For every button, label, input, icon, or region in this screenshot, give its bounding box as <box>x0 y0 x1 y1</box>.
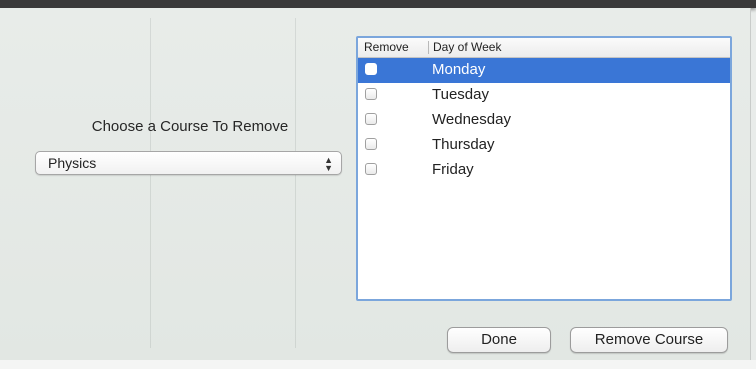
course-select-value: Physics <box>48 155 97 171</box>
day-label: Thursday <box>432 136 495 153</box>
remove-checkbox[interactable] <box>365 113 377 125</box>
window-bottom-edge <box>0 360 756 369</box>
table-row[interactable]: Friday <box>358 158 730 183</box>
table-row[interactable]: Thursday <box>358 133 730 158</box>
day-label: Tuesday <box>432 86 489 103</box>
done-button[interactable]: Done <box>447 327 551 353</box>
day-label: Friday <box>432 161 474 178</box>
course-select[interactable]: Physics ▲ ▼ <box>35 151 342 175</box>
column-separator <box>428 41 429 54</box>
days-table-header: Remove Day of Week <box>358 38 730 58</box>
table-row[interactable]: Tuesday <box>358 83 730 108</box>
remove-checkbox[interactable] <box>365 63 377 75</box>
remove-checkbox[interactable] <box>365 88 377 100</box>
remove-course-button[interactable]: Remove Course <box>570 327 728 353</box>
remove-checkbox[interactable] <box>365 138 377 150</box>
column-header-remove[interactable]: Remove <box>364 40 409 54</box>
choose-course-label: Choose a Course To Remove <box>91 118 289 135</box>
days-table-body: Monday Tuesday Wednesday Thursday Friday <box>358 58 730 183</box>
days-table[interactable]: Remove Day of Week Monday Tuesday Wednesda… <box>356 36 732 301</box>
day-label: Monday <box>432 61 486 78</box>
remove-checkbox[interactable] <box>365 163 377 175</box>
window-top-edge <box>0 0 756 8</box>
day-label: Wednesday <box>432 111 511 128</box>
column-header-day-of-week[interactable]: Day of Week <box>433 40 501 54</box>
select-stepper-icon: ▲ ▼ <box>324 155 333 173</box>
table-row[interactable]: Wednesday <box>358 108 730 133</box>
remove-course-sheet: Choose a Course To Remove Physics ▲ ▼ Rem… <box>0 8 751 360</box>
table-row[interactable]: Monday <box>358 58 730 83</box>
